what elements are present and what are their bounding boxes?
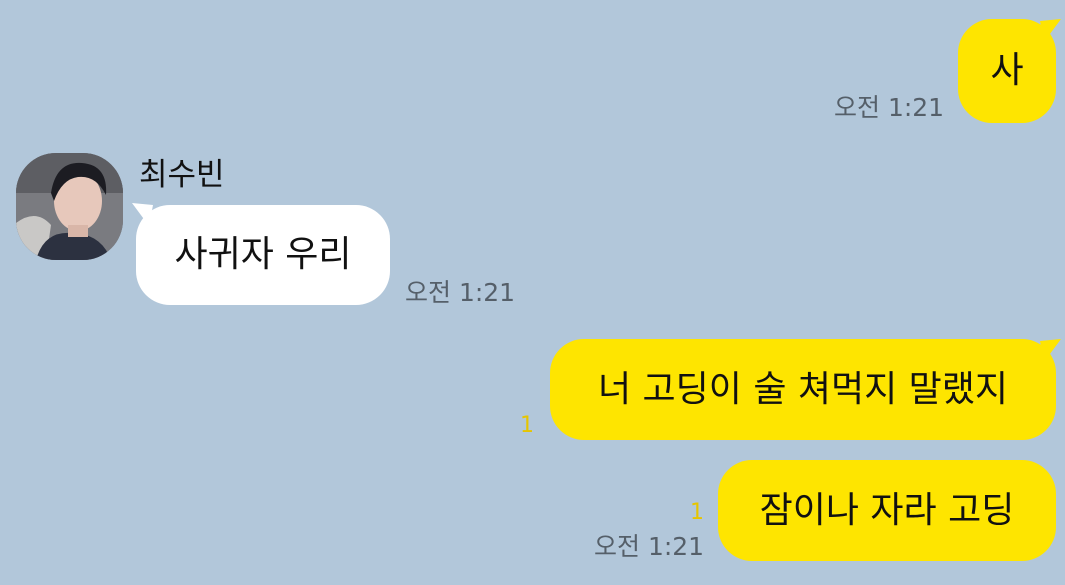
message-text: 사 [990,50,1024,91]
message-timestamp: 오전 1:21 [594,532,705,561]
profile-photo-icon [16,153,123,260]
avatar[interactable] [16,153,123,260]
message-timestamp: 오전 1:21 [405,278,516,307]
message-bubble[interactable]: 잠이나 자라 고딩 [718,460,1056,561]
message-bubble[interactable]: 사 [958,19,1056,123]
message-bubble[interactable]: 사귀자 우리 [136,205,390,305]
unread-count: 1 [520,413,534,438]
message-timestamp: 오전 1:21 [834,93,945,122]
unread-count: 1 [690,500,704,525]
message-text: 잠이나 자라 고딩 [759,489,1015,531]
sender-name: 최수빈 [139,157,225,193]
message-text: 너 고딩이 술 쳐먹지 말랬지 [597,368,1009,410]
message-bubble[interactable]: 너 고딩이 술 쳐먹지 말랬지 [550,339,1056,440]
message-text: 사귀자 우리 [174,234,352,275]
